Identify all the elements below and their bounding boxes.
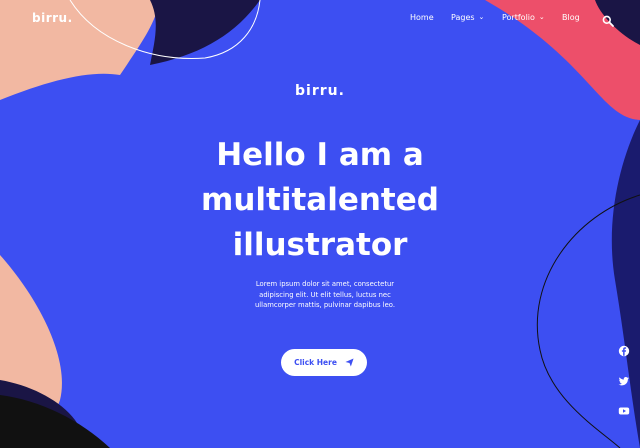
facebook-icon[interactable] (618, 345, 630, 357)
chevron-down-icon: ⌄ (478, 13, 485, 21)
hero-description: Lorem ipsum dolor sit amet, consectetur … (254, 280, 395, 309)
brand-logo[interactable]: birru. (32, 11, 73, 25)
nav-item-label: Home (410, 12, 434, 22)
nav-item-label: Blog (562, 12, 580, 22)
nav-item-pages[interactable]: Pages ⌄ (451, 13, 484, 22)
click-here-button[interactable]: Click Here (281, 349, 367, 376)
cta-label: Click Here (294, 358, 337, 367)
twitter-icon[interactable] (618, 375, 630, 387)
hero-logo: birru. (295, 83, 345, 99)
nav-item-label: Portfolio (502, 12, 535, 22)
navy-blob-top (150, 0, 260, 65)
nav-item-blog[interactable]: Blog (562, 13, 580, 22)
nav-item-portfolio[interactable]: Portfolio ⌄ (502, 13, 545, 22)
paper-plane-icon (345, 358, 354, 367)
youtube-icon[interactable] (618, 405, 630, 417)
nav-item-home[interactable]: Home (410, 13, 434, 22)
hero-headline: Hello I am a multitalented illustrator (201, 137, 439, 263)
search-icon[interactable] (602, 15, 614, 27)
nav-item-label: Pages (451, 12, 475, 22)
chevron-down-icon: ⌄ (538, 13, 545, 21)
navy-blob-right (611, 120, 640, 448)
